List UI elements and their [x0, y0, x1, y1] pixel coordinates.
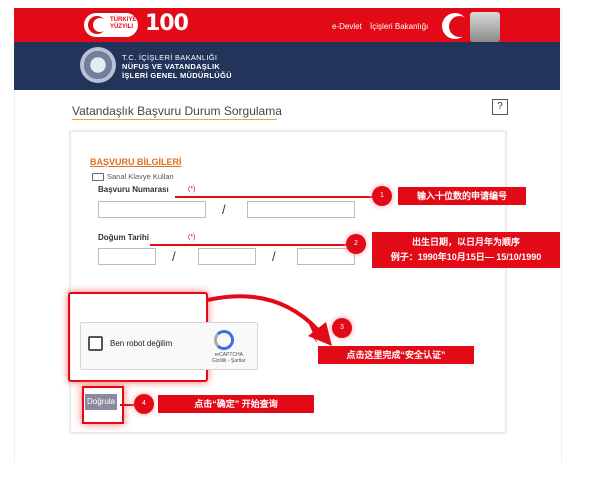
verify-button[interactable]: Doğrula [85, 394, 117, 410]
annotation-4-badge: 4 [134, 394, 154, 414]
annotation-3-callout: 点击这里完成“安全认证” [318, 346, 474, 364]
annotation-4-callout: 点击“确定” 开始查询 [158, 395, 314, 413]
annotation-3-badge: 3 [332, 318, 352, 338]
